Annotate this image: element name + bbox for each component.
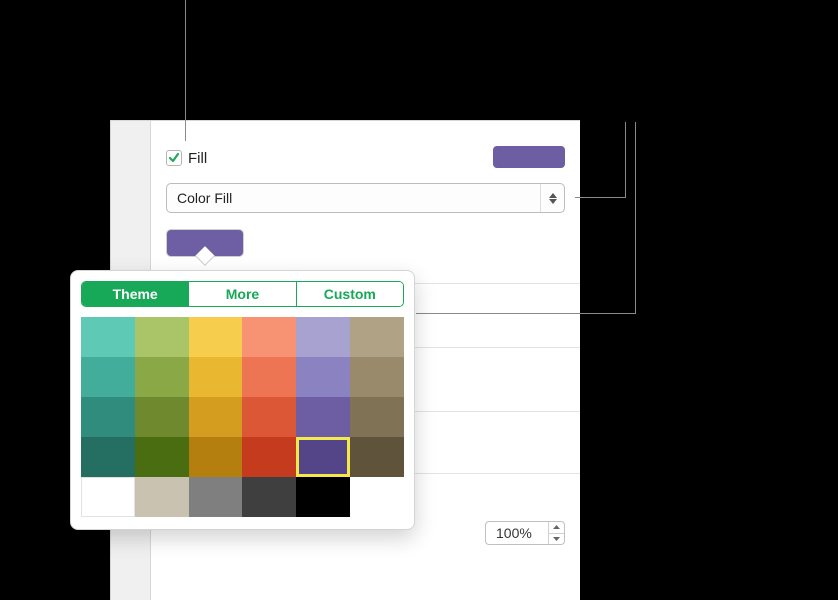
- color-cell[interactable]: [81, 397, 135, 437]
- color-cell[interactable]: [189, 477, 243, 517]
- color-cell[interactable]: [350, 477, 404, 517]
- color-cell[interactable]: [296, 357, 350, 397]
- color-cell[interactable]: [135, 317, 189, 357]
- callout-leader-vertical-2: [625, 122, 626, 198]
- color-cell[interactable]: [135, 477, 189, 517]
- color-cell[interactable]: [135, 397, 189, 437]
- fill-label: Fill: [188, 150, 207, 167]
- color-cell[interactable]: [189, 437, 243, 477]
- chevron-up-icon: [549, 193, 557, 198]
- fill-color-swatch[interactable]: [493, 146, 565, 168]
- color-cell[interactable]: [81, 357, 135, 397]
- color-picker-popover: Theme More Custom: [70, 270, 415, 530]
- stepper-up[interactable]: [548, 522, 564, 534]
- color-cell[interactable]: [350, 437, 404, 477]
- color-cell[interactable]: [350, 357, 404, 397]
- callout-leader-horizontal-1: [575, 197, 625, 198]
- chevron-down-icon: [549, 199, 557, 204]
- color-cell[interactable]: [242, 477, 296, 517]
- chevron-up-icon: [553, 525, 560, 529]
- color-cell[interactable]: [135, 357, 189, 397]
- fill-type-dropdown[interactable]: Color Fill: [166, 183, 565, 213]
- chevron-down-icon: [553, 537, 560, 541]
- color-cell[interactable]: [242, 317, 296, 357]
- opacity-stepper[interactable]: [548, 522, 564, 544]
- color-cell[interactable]: [135, 437, 189, 477]
- color-cell[interactable]: [242, 437, 296, 477]
- callout-leader-vertical-3: [635, 122, 636, 314]
- color-cell[interactable]: [242, 357, 296, 397]
- fill-row: Fill: [166, 146, 565, 170]
- tab-custom[interactable]: Custom: [296, 282, 403, 306]
- stepper-down[interactable]: [548, 534, 564, 545]
- color-cell[interactable]: [189, 397, 243, 437]
- color-cell[interactable]: [296, 437, 350, 477]
- color-cell[interactable]: [296, 317, 350, 357]
- color-cell[interactable]: [189, 357, 243, 397]
- opacity-field[interactable]: 100%: [485, 521, 565, 545]
- color-cell[interactable]: [189, 317, 243, 357]
- color-cell[interactable]: [350, 397, 404, 437]
- opacity-value: 100%: [496, 525, 532, 541]
- checkmark-icon: [168, 152, 180, 164]
- color-cell[interactable]: [296, 397, 350, 437]
- color-well[interactable]: [166, 229, 244, 257]
- popover-notch: [195, 246, 215, 266]
- tab-theme[interactable]: Theme: [82, 282, 188, 306]
- color-cell[interactable]: [242, 397, 296, 437]
- callout-leader-horizontal-2: [416, 313, 636, 314]
- fill-type-value: Color Fill: [177, 190, 232, 206]
- fill-checkbox[interactable]: [166, 150, 182, 166]
- color-cell[interactable]: [350, 317, 404, 357]
- tab-more[interactable]: More: [188, 282, 295, 306]
- color-cell[interactable]: [81, 477, 135, 517]
- color-cell[interactable]: [296, 477, 350, 517]
- color-cell[interactable]: [81, 317, 135, 357]
- picker-segmented-control: Theme More Custom: [81, 281, 404, 307]
- color-cell[interactable]: [81, 437, 135, 477]
- callout-leader-vertical-1: [185, 0, 186, 141]
- color-grid: [81, 317, 404, 517]
- dropdown-arrows: [540, 184, 564, 212]
